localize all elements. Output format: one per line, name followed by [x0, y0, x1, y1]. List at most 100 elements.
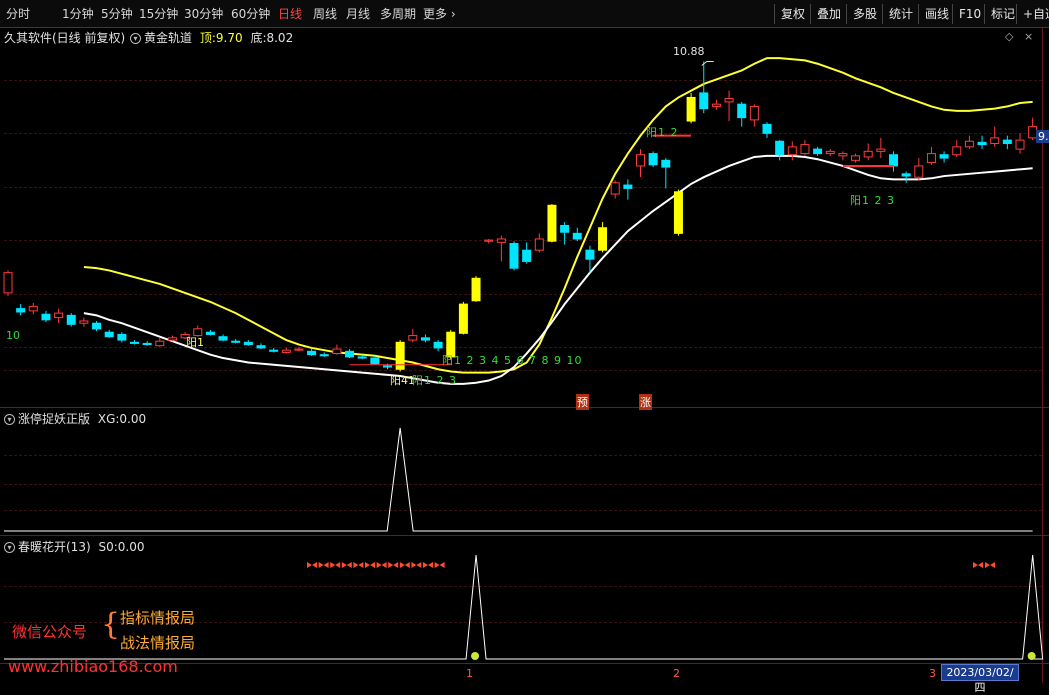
panel3-name: 春暖花开(13) — [18, 540, 91, 554]
watermark-wechat-label: 微信公众号 — [12, 623, 88, 641]
watermark-item1: 指标情报局 — [120, 609, 196, 627]
chart-canvas — [3, 57, 1044, 660]
candle-body — [484, 239, 494, 242]
apple-icon — [471, 652, 480, 660]
candle-body — [41, 313, 51, 321]
candle-body — [433, 341, 443, 349]
apple-icon — [1027, 652, 1036, 660]
panel2-header[interactable]: ▾ 涨停捉妖正版 XG:0.00 — [4, 410, 146, 427]
candle-body — [294, 348, 304, 351]
indicator-name: 黄金轨道 — [144, 31, 193, 45]
count-label-run1: 阳1 2 3 4 5 6 7 8 9 10 — [442, 354, 583, 367]
count-label-run5: 阳1 — [186, 336, 204, 349]
xg-signal-line — [4, 427, 1033, 532]
candle-body — [990, 137, 1000, 144]
candle-body — [686, 96, 696, 122]
bow-icon — [411, 562, 422, 568]
panel2-name: 涨停捉妖正版 — [18, 412, 91, 426]
candle-body — [623, 184, 633, 189]
collapse-icon[interactable]: ▾ — [4, 542, 15, 553]
candle-body — [939, 154, 949, 159]
candle-body — [243, 341, 253, 346]
candle-body — [142, 342, 152, 346]
candle-body — [585, 249, 595, 260]
candle-body — [749, 105, 759, 121]
candle-body — [256, 345, 266, 349]
candle-body — [673, 191, 683, 234]
tag-yu: 预 — [576, 394, 589, 410]
candle-body — [661, 159, 671, 168]
candle-body — [281, 349, 291, 353]
time-mark-3: 3 — [929, 667, 936, 680]
bow-icon — [985, 562, 995, 568]
candle-body — [598, 227, 608, 251]
candle-body — [471, 277, 481, 302]
diamond-icon[interactable]: ◇ — [1005, 30, 1013, 43]
panel3-value: 0.00 — [117, 540, 145, 554]
time-mark-1: 1 — [466, 667, 473, 680]
candle-body — [699, 92, 709, 110]
candle-body — [205, 331, 215, 335]
watermark-url[interactable]: www.zhibiao168.com — [8, 657, 178, 676]
tag-zhang: 涨 — [639, 394, 652, 410]
candle-body — [952, 146, 962, 156]
bow-icon — [330, 562, 341, 568]
candle-body — [901, 173, 911, 177]
collapse-icon[interactable]: ▾ — [130, 33, 141, 44]
bow-icon — [973, 562, 983, 568]
candle-body — [269, 349, 279, 352]
candle-body — [572, 232, 582, 240]
bow-icon — [434, 562, 445, 568]
upper-band-line — [83, 57, 1033, 374]
bow-icon — [307, 562, 317, 568]
candle-body — [775, 140, 785, 156]
current-date-label: 2023/03/02/四 — [941, 664, 1019, 694]
bottom-value: 8.02 — [266, 31, 294, 45]
candle-body — [851, 155, 861, 161]
candle-body — [496, 238, 506, 243]
candle-body — [636, 154, 645, 167]
candle-body — [408, 335, 418, 341]
bow-icon — [341, 562, 352, 568]
collapse-icon[interactable]: ▾ — [4, 414, 15, 425]
candle-body — [876, 148, 886, 152]
candle-body — [117, 333, 127, 341]
stock-title: 久其软件(日线 前复权) — [4, 31, 126, 45]
bow-icon — [318, 562, 329, 568]
brace-icon: { — [101, 607, 121, 642]
candle-body — [522, 249, 532, 262]
candle-body — [345, 350, 355, 358]
candle-body — [509, 242, 519, 269]
candle-body — [104, 331, 114, 338]
candle-body — [737, 103, 747, 119]
candle-body — [977, 141, 987, 146]
candle-body — [1015, 139, 1025, 150]
bow-icon — [353, 562, 364, 568]
watermark-item2: 战法情报局 — [120, 634, 196, 652]
candle-body — [1002, 139, 1012, 144]
candle-body — [332, 348, 342, 355]
right-price-label: 9. — [1036, 130, 1049, 143]
top-value: 9.70 — [215, 31, 243, 45]
time-mark-2: 2 — [673, 667, 680, 680]
candle-body — [762, 123, 772, 134]
candle-body — [420, 337, 430, 341]
candle-body — [155, 340, 165, 347]
close-icon[interactable]: × — [1024, 30, 1033, 43]
bow-icon — [376, 562, 387, 568]
candle-body — [711, 103, 721, 107]
peak-price-label: 10.88 — [673, 45, 705, 58]
indicator-header[interactable]: ▾ 黄金轨道 顶:9.70 底:8.02 — [130, 29, 293, 46]
panel3-header[interactable]: ▾ 春暖花开(13) S0:0.00 — [4, 538, 144, 555]
candle-body — [610, 182, 620, 195]
candle-body — [383, 365, 392, 368]
candle-body — [167, 337, 177, 341]
candle-body — [218, 336, 228, 341]
bottom-label: 底: — [250, 31, 267, 45]
candle-body — [964, 140, 974, 148]
candle-body — [825, 150, 835, 155]
candle-body — [547, 204, 557, 242]
candle-body — [926, 153, 936, 164]
panel3-var: S0: — [98, 540, 118, 554]
count-label-run2: 阳1 2 3 — [412, 374, 457, 387]
